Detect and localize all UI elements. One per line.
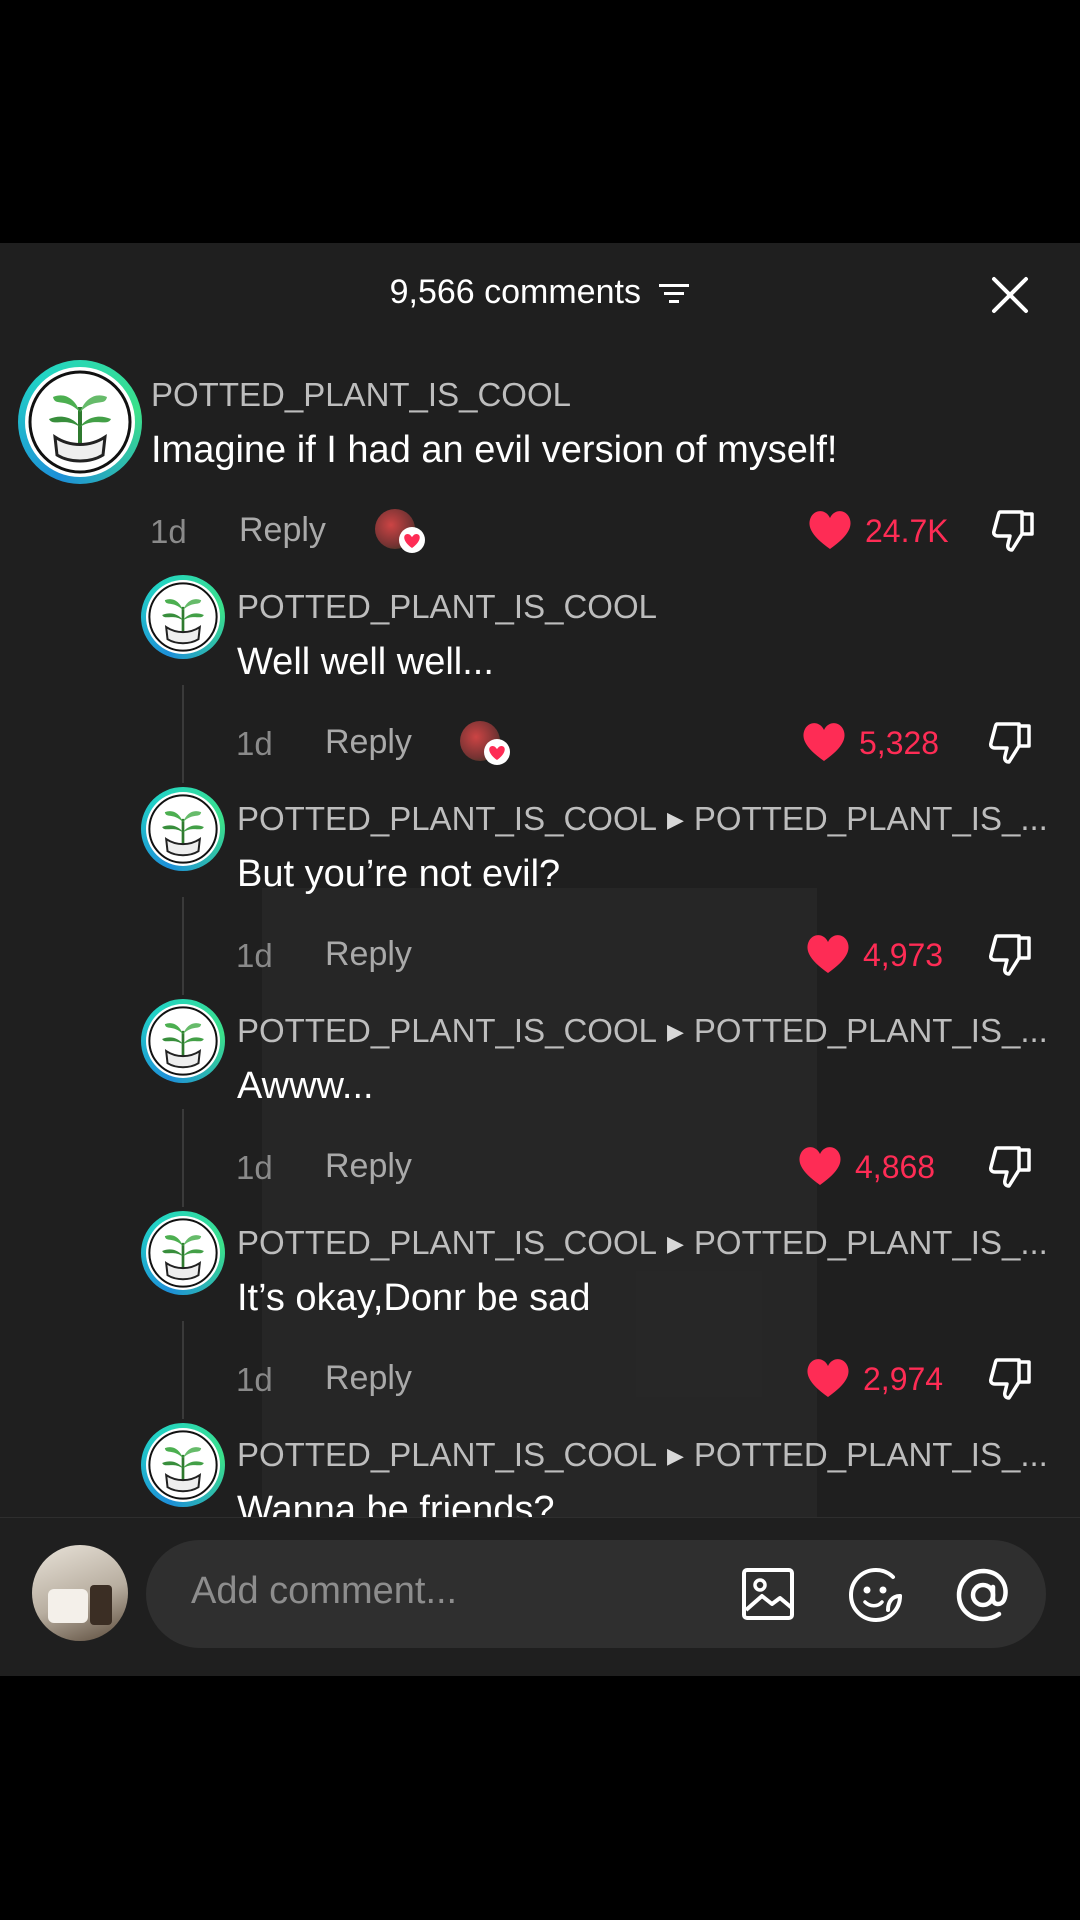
plant-logo-icon <box>28 370 132 474</box>
like-count: 24.7K <box>865 513 949 549</box>
heart-icon[interactable] <box>800 719 848 763</box>
comment-username[interactable]: POTTED_PLANT_IS_COOL <box>151 376 571 414</box>
close-icon[interactable] <box>988 273 1032 317</box>
reply-arrow-icon: ▶ <box>666 807 684 832</box>
plant-logo-icon <box>148 582 218 652</box>
comment-text: Imagine if I had an evil version of myse… <box>151 429 838 471</box>
avatar[interactable] <box>141 999 225 1083</box>
like-count: 5,328 <box>859 725 940 761</box>
username-link[interactable]: POTTED_PLANT_IS_COOL <box>151 376 571 413</box>
heart-icon[interactable] <box>804 1355 852 1399</box>
like-count: 4,868 <box>855 1149 936 1185</box>
dislike-icon[interactable] <box>987 930 1035 978</box>
username-link[interactable]: POTTED_PLANT_IS_COOL <box>237 1012 657 1049</box>
thread-line <box>182 1109 184 1207</box>
comment-time: 1d <box>236 1361 273 1398</box>
mention-icon[interactable] <box>954 1566 1012 1624</box>
comment-input[interactable]: Add comment... <box>146 1540 1046 1648</box>
reply-button[interactable]: Reply <box>325 935 412 974</box>
comment-text: But you’re not evil? <box>237 853 561 895</box>
reply-arrow-icon: ▶ <box>666 1231 684 1256</box>
dislike-icon[interactable] <box>987 1354 1035 1402</box>
thread-line <box>182 685 184 783</box>
comments-count-title: 9,566 comments <box>0 273 1080 312</box>
reply-button[interactable]: Reply <box>239 511 326 550</box>
reply-to-username[interactable]: POTTED_PLANT_IS_... <box>694 1012 1048 1049</box>
comment-username[interactable]: POTTED_PLANT_IS_COOL ▶ POTTED_PLANT_IS_... <box>237 800 1048 838</box>
comment-username[interactable]: POTTED_PLANT_IS_COOL ▶ POTTED_PLANT_IS_... <box>237 1436 1048 1474</box>
comment-time: 1d <box>236 937 273 974</box>
reply-arrow-icon: ▶ <box>666 1019 684 1044</box>
reply-to-username[interactable]: POTTED_PLANT_IS_... <box>694 1224 1048 1261</box>
username-link[interactable]: POTTED_PLANT_IS_COOL <box>237 588 657 625</box>
comment-composer: Add comment... <box>0 1517 1080 1676</box>
plant-logo-icon <box>148 794 218 864</box>
plant-logo-icon <box>148 1430 218 1500</box>
like-count: 4,973 <box>863 937 944 973</box>
comment-text: Wanna be friends? <box>237 1489 555 1517</box>
filter-icon[interactable] <box>658 281 690 307</box>
username-link[interactable]: POTTED_PLANT_IS_COOL <box>237 1436 657 1473</box>
reply-to-username[interactable]: POTTED_PLANT_IS_... <box>694 800 1048 837</box>
dislike-icon[interactable] <box>987 1142 1035 1190</box>
creator-liked-heart-icon <box>484 739 510 765</box>
heart-icon[interactable] <box>806 507 854 551</box>
comment-username[interactable]: POTTED_PLANT_IS_COOL ▶ POTTED_PLANT_IS_... <box>237 1224 1048 1262</box>
like-count: 2,974 <box>863 1361 944 1397</box>
avatar[interactable] <box>141 787 225 871</box>
plant-logo-icon <box>148 1218 218 1288</box>
thread-line <box>182 897 184 995</box>
comment-time: 1d <box>236 725 273 762</box>
avatar[interactable] <box>18 360 142 484</box>
avatar[interactable] <box>141 1211 225 1295</box>
comments-header: 9,566 comments <box>0 243 1080 343</box>
reply-button[interactable]: Reply <box>325 1359 412 1398</box>
reply-button[interactable]: Reply <box>325 723 412 762</box>
comments-panel: 9,566 comments POTTED_PLANT_IS_COOL Imag… <box>0 243 1080 1676</box>
comment-input-placeholder[interactable]: Add comment... <box>191 1570 457 1613</box>
heart-icon[interactable] <box>796 1143 844 1187</box>
reply-button[interactable]: Reply <box>325 1147 412 1186</box>
dislike-icon[interactable] <box>987 718 1035 766</box>
creator-liked-heart-icon <box>399 527 425 553</box>
avatar[interactable] <box>141 1423 225 1507</box>
comment-text: Well well well... <box>237 641 494 683</box>
plant-logo-icon <box>148 1006 218 1076</box>
dislike-icon[interactable] <box>990 506 1038 554</box>
image-icon[interactable] <box>740 1566 796 1622</box>
comment-text: It’s okay,Donr be sad <box>237 1277 591 1319</box>
comment-item: POTTED_PLANT_IS_COOL ▶ POTTED_PLANT_IS_...… <box>0 1413 1080 1517</box>
avatar[interactable] <box>141 575 225 659</box>
comment-username[interactable]: POTTED_PLANT_IS_COOL <box>237 588 657 626</box>
user-avatar[interactable] <box>32 1545 128 1641</box>
reply-arrow-icon: ▶ <box>666 1443 684 1468</box>
comment-text: Awww... <box>237 1065 374 1107</box>
reply-to-username[interactable]: POTTED_PLANT_IS_... <box>694 1436 1048 1473</box>
heart-icon[interactable] <box>804 931 852 975</box>
comment-time: 1d <box>236 1149 273 1186</box>
thread-line <box>182 1321 184 1419</box>
comments-count: 9,566 comments <box>389 273 641 311</box>
comment-time: 1d <box>150 513 187 550</box>
emoji-icon[interactable] <box>846 1566 906 1622</box>
username-link[interactable]: POTTED_PLANT_IS_COOL <box>237 800 657 837</box>
comment-username[interactable]: POTTED_PLANT_IS_COOL ▶ POTTED_PLANT_IS_... <box>237 1012 1048 1050</box>
username-link[interactable]: POTTED_PLANT_IS_COOL <box>237 1224 657 1261</box>
